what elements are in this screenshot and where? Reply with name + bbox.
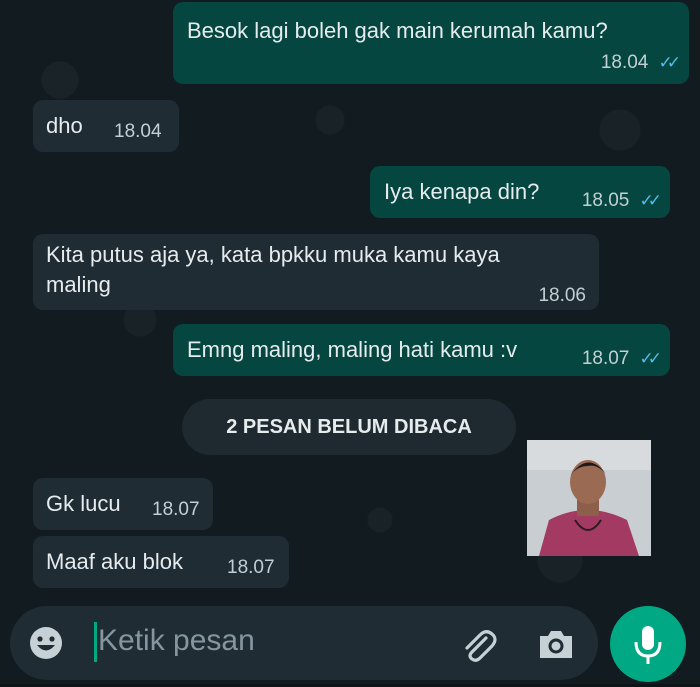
- voice-record-button[interactable]: [610, 606, 686, 682]
- person-photo-icon: [527, 440, 651, 556]
- read-ticks-icon: ✓✓: [639, 349, 662, 368]
- message-text: Emng maling, maling hati kamu :v: [187, 337, 518, 362]
- message-composer: Ketik pesan: [10, 606, 598, 680]
- read-ticks-icon: ✓✓: [639, 191, 662, 210]
- message-outgoing[interactable]: Besok lagi boleh gak main kerumah kamu? …: [173, 2, 689, 84]
- message-incoming[interactable]: Maaf aku blok 18.07: [33, 536, 289, 588]
- message-text: Besok lagi boleh gak main kerumah kamu?: [187, 18, 608, 43]
- message-text-continued: maling: [46, 272, 111, 297]
- message-meta: 18.04 ✓✓: [600, 46, 681, 78]
- message-time: 18.07: [152, 499, 200, 520]
- message-text: Gk lucu: [46, 491, 121, 516]
- message-incoming[interactable]: Kita putus aja ya, kata bpkku muka kamu …: [33, 234, 599, 310]
- contact-photo[interactable]: [527, 440, 651, 556]
- message-text: dho: [46, 113, 83, 138]
- message-time: 18.07: [581, 348, 630, 369]
- message-time: 18.04: [114, 121, 162, 142]
- message-text: Kita putus aja ya, kata bpkku muka kamu …: [46, 242, 500, 267]
- message-incoming[interactable]: dho 18.04: [33, 100, 179, 152]
- message-time: 18.05: [581, 190, 630, 211]
- paperclip-icon[interactable]: [458, 626, 498, 666]
- message-outgoing[interactable]: Emng maling, maling hati kamu :v 18.07 ✓…: [173, 324, 670, 376]
- message-meta: 18.05 ✓✓: [581, 184, 662, 216]
- message-text: Maaf aku blok: [46, 549, 183, 574]
- unread-messages-banner: 2 PESAN BELUM DIBACA: [182, 399, 516, 455]
- message-text: Iya kenapa din?: [384, 179, 540, 204]
- message-outgoing[interactable]: Iya kenapa din? 18.05 ✓✓: [370, 166, 670, 218]
- message-time: 18.04: [600, 52, 649, 73]
- text-caret: [94, 622, 97, 662]
- message-input[interactable]: Ketik pesan: [98, 624, 255, 658]
- emoji-icon[interactable]: [28, 625, 64, 661]
- message-meta: 18.07 ✓✓: [581, 342, 662, 374]
- read-ticks-icon: ✓✓: [658, 53, 681, 72]
- message-incoming[interactable]: Gk lucu 18.07: [33, 478, 213, 530]
- microphone-icon: [634, 626, 662, 664]
- message-time: 18.07: [227, 557, 275, 578]
- camera-icon[interactable]: [536, 626, 576, 662]
- message-time: 18.06: [538, 285, 586, 306]
